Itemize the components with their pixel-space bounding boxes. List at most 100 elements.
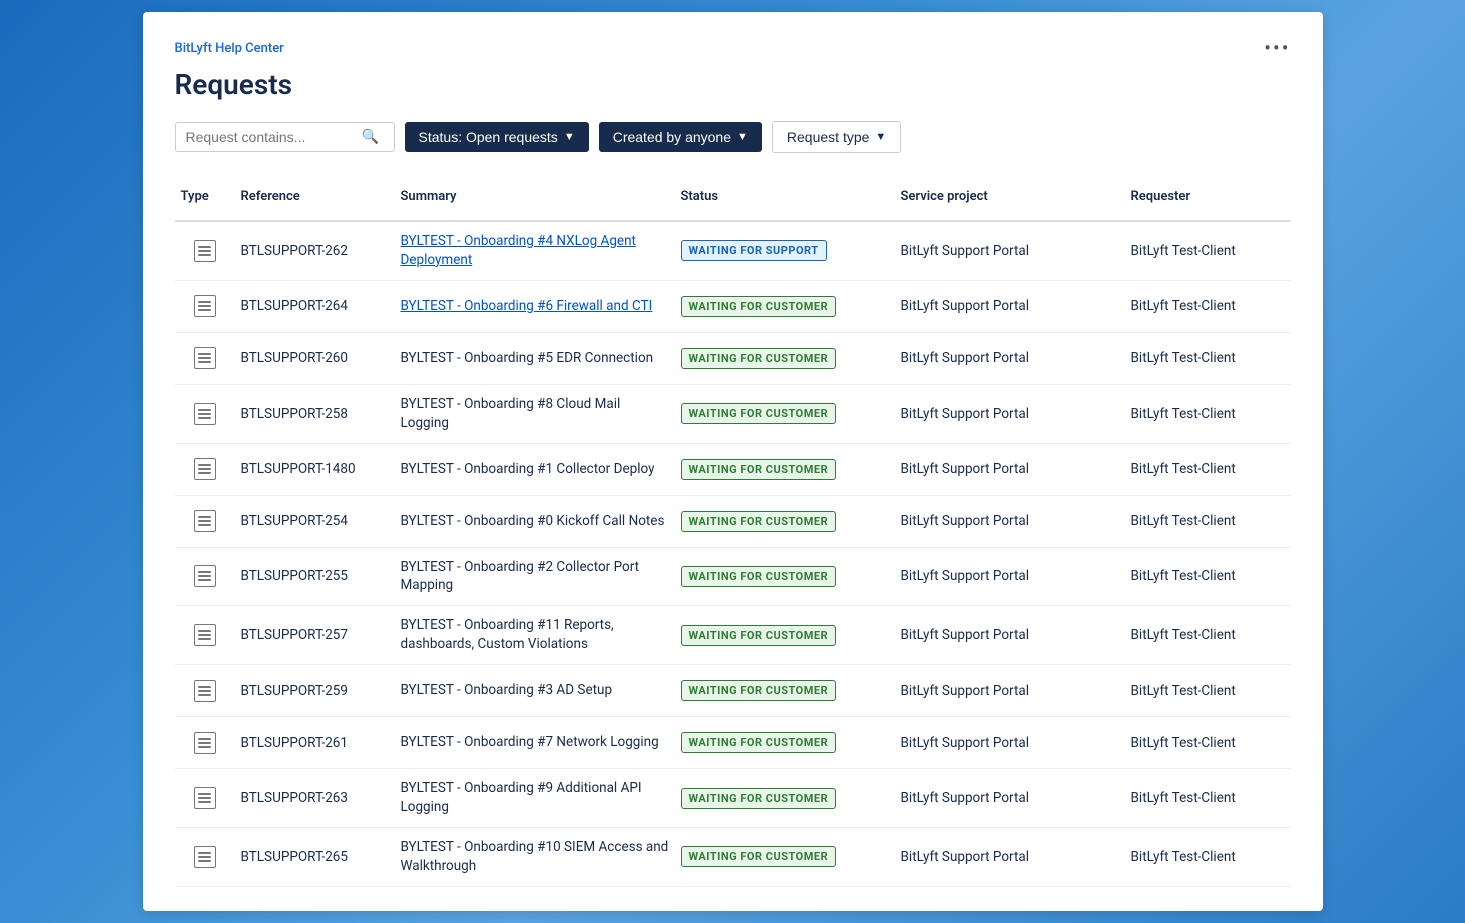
table-row: BTLSUPPORT-260 BYLTEST - Onboarding #5 ED… [175, 333, 1291, 385]
table-row: BTLSUPPORT-262BYLTEST - Onboarding #4 NX… [175, 222, 1291, 281]
requester-cell: BitLyft Test-Client [1125, 288, 1285, 324]
service-project-cell: BitLyft Support Portal [895, 839, 1125, 875]
status-badge: WAITING FOR SUPPORT [681, 240, 827, 261]
status-cell: WAITING FOR CUSTOMER [675, 778, 895, 819]
requester-cell: BitLyft Test-Client [1125, 340, 1285, 376]
summary-cell: BYLTEST - Onboarding #9 Additional API L… [395, 769, 675, 827]
summary-text: BYLTEST - Onboarding #5 EDR Connection [401, 350, 654, 366]
col-header-reference: Reference [235, 181, 395, 212]
reference-cell: BTLSUPPORT-255 [235, 558, 395, 594]
created-filter-button[interactable]: Created by anyone ▼ [599, 122, 762, 152]
summary-text: BYLTEST - Onboarding #11 Reports, dashbo… [401, 617, 614, 652]
service-project-cell: BitLyft Support Portal [895, 340, 1125, 376]
col-header-summary: Summary [395, 181, 675, 212]
type-cell [175, 777, 235, 819]
type-cell [175, 555, 235, 597]
status-badge: WAITING FOR CUSTOMER [681, 680, 837, 701]
requester-cell: BitLyft Test-Client [1125, 839, 1285, 875]
status-cell: WAITING FOR CUSTOMER [675, 393, 895, 434]
ticket-type-icon [194, 624, 216, 646]
type-cell [175, 500, 235, 542]
summary-link[interactable]: BYLTEST - Onboarding #6 Firewall and CTI [401, 298, 653, 314]
search-icon: 🔍 [362, 129, 379, 145]
table-row: BTLSUPPORT-257BYLTEST - Onboarding #11 R… [175, 606, 1291, 665]
summary-text: BYLTEST - Onboarding #9 Additional API L… [401, 780, 642, 815]
created-filter-label: Created by anyone [613, 129, 731, 145]
summary-text: BYLTEST - Onboarding #7 Network Logging [401, 734, 659, 750]
reference-cell: BTLSUPPORT-1480 [235, 451, 395, 487]
status-badge: WAITING FOR CUSTOMER [681, 348, 837, 369]
summary-cell: BYLTEST - Onboarding #0 Kickoff Call Not… [395, 502, 675, 541]
ticket-type-icon [194, 732, 216, 754]
summary-cell: BYLTEST - Onboarding #5 EDR Connection [395, 339, 675, 378]
requester-cell: BitLyft Test-Client [1125, 617, 1285, 653]
type-cell [175, 836, 235, 878]
created-filter-chevron-icon: ▼ [737, 131, 748, 143]
service-project-cell: BitLyft Support Portal [895, 396, 1125, 432]
ticket-type-icon [194, 510, 216, 532]
service-project-cell: BitLyft Support Portal [895, 288, 1125, 324]
col-header-service-project: Service project [895, 181, 1125, 212]
status-badge: WAITING FOR CUSTOMER [681, 846, 837, 867]
ticket-type-icon [194, 240, 216, 262]
col-header-requester: Requester [1125, 181, 1285, 212]
summary-cell[interactable]: BYLTEST - Onboarding #4 NXLog Agent Depl… [395, 222, 675, 280]
summary-cell: BYLTEST - Onboarding #3 AD Setup [395, 671, 675, 710]
page-title: Requests [175, 68, 1291, 101]
table-row: BTLSUPPORT-1480BYLTEST - Onboarding #1 C… [175, 444, 1291, 496]
status-filter-chevron-icon: ▼ [564, 131, 575, 143]
col-header-status: Status [675, 181, 895, 212]
summary-text: BYLTEST - Onboarding #2 Collector Port M… [401, 559, 640, 594]
search-box[interactable]: 🔍 [175, 122, 395, 152]
summary-text: BYLTEST - Onboarding #0 Kickoff Call Not… [401, 513, 665, 529]
more-options-button[interactable]: ••• [1264, 36, 1290, 60]
type-cell [175, 285, 235, 327]
service-project-cell: BitLyft Support Portal [895, 673, 1125, 709]
table-row: BTLSUPPORT-255BYLTEST - Onboarding #2 Co… [175, 548, 1291, 607]
request-type-filter-button[interactable]: Request type ▼ [772, 121, 901, 153]
summary-cell: BYLTEST - Onboarding #11 Reports, dashbo… [395, 606, 675, 664]
type-cell [175, 337, 235, 379]
table-header: Type Reference Summary Status Service pr… [175, 181, 1291, 222]
reference-cell: BTLSUPPORT-262 [235, 233, 395, 269]
requester-cell: BitLyft Test-Client [1125, 233, 1285, 269]
type-cell [175, 614, 235, 656]
summary-text: BYLTEST - Onboarding #3 AD Setup [401, 682, 613, 698]
search-input[interactable] [186, 129, 356, 145]
col-header-type: Type [175, 181, 235, 212]
type-cell [175, 393, 235, 435]
table-row: BTLSUPPORT-265BYLTEST - Onboarding #10 S… [175, 828, 1291, 887]
status-cell: WAITING FOR SUPPORT [675, 230, 895, 271]
request-type-filter-chevron-icon: ▼ [875, 131, 886, 143]
reference-cell: BTLSUPPORT-263 [235, 780, 395, 816]
status-cell: WAITING FOR CUSTOMER [675, 449, 895, 490]
table-row: BTLSUPPORT-258BYLTEST - Onboarding #8 Cl… [175, 385, 1291, 444]
status-badge: WAITING FOR CUSTOMER [681, 625, 837, 646]
request-type-filter-label: Request type [787, 129, 870, 145]
reference-cell: BTLSUPPORT-258 [235, 396, 395, 432]
requester-cell: BitLyft Test-Client [1125, 725, 1285, 761]
table-row: BTLSUPPORT-261 BYLTEST - Onboarding #7 Ne… [175, 717, 1291, 769]
summary-cell: BYLTEST - Onboarding #7 Network Logging [395, 723, 675, 762]
reference-cell: BTLSUPPORT-261 [235, 725, 395, 761]
status-cell: WAITING FOR CUSTOMER [675, 722, 895, 763]
summary-cell[interactable]: BYLTEST - Onboarding #6 Firewall and CTI [395, 287, 675, 326]
status-badge: WAITING FOR CUSTOMER [681, 566, 837, 587]
status-cell: WAITING FOR CUSTOMER [675, 836, 895, 877]
status-badge: WAITING FOR CUSTOMER [681, 732, 837, 753]
requester-cell: BitLyft Test-Client [1125, 451, 1285, 487]
summary-link[interactable]: BYLTEST - Onboarding #4 NXLog Agent Depl… [401, 233, 636, 268]
service-project-cell: BitLyft Support Portal [895, 725, 1125, 761]
reference-cell: BTLSUPPORT-257 [235, 617, 395, 653]
type-cell [175, 230, 235, 272]
reference-cell: BTLSUPPORT-259 [235, 673, 395, 709]
ticket-type-icon [194, 295, 216, 317]
table-body: BTLSUPPORT-262BYLTEST - Onboarding #4 NX… [175, 222, 1291, 887]
reference-cell: BTLSUPPORT-265 [235, 839, 395, 875]
ticket-type-icon [194, 403, 216, 425]
status-filter-button[interactable]: Status: Open requests ▼ [405, 122, 589, 152]
type-cell [175, 722, 235, 764]
filters-row: 🔍 Status: Open requests ▼ Created by any… [175, 121, 1291, 153]
reference-cell: BTLSUPPORT-260 [235, 340, 395, 376]
ticket-type-icon [194, 787, 216, 809]
